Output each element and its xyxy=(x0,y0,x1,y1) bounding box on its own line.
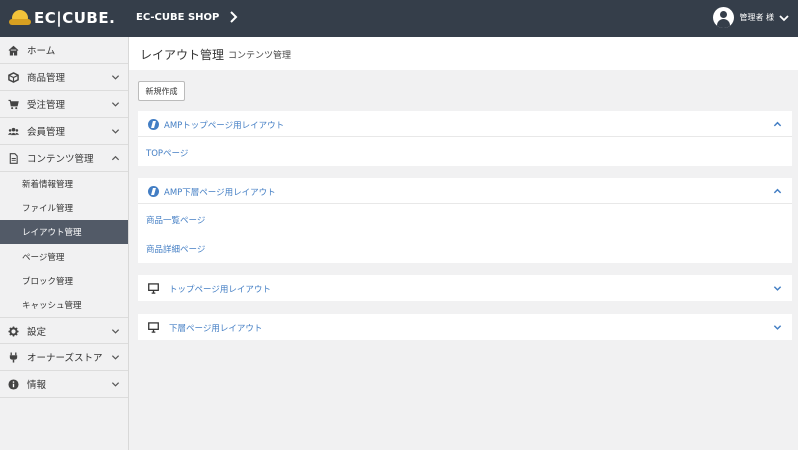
sidebar-item-owners-store[interactable]: オーナーズストア xyxy=(0,344,128,371)
layout-card-title[interactable]: トップページ用レイアウト xyxy=(169,283,271,295)
file-icon xyxy=(9,153,18,164)
sidebar-subitem-label: キャッシュ管理 xyxy=(22,301,82,311)
desktop-icon xyxy=(148,322,159,333)
sidebar-item-info[interactable]: 情報 xyxy=(0,371,128,398)
layout-card-title[interactable]: AMP下層ページ用レイアウト xyxy=(164,186,276,198)
plug-icon xyxy=(9,352,18,363)
bolt-icon xyxy=(148,119,159,130)
chevron-down-icon xyxy=(111,382,120,387)
page-title-bar: レイアウト管理 コンテンツ管理 xyxy=(129,37,798,70)
layout-card-amp-lower: AMP下層ページ用レイアウト 商品一覧ページ 商品詳細ページ xyxy=(138,178,792,263)
info-icon xyxy=(8,379,19,390)
sidebar-item-label: 情報 xyxy=(27,380,47,391)
sidebar-item-label: 設定 xyxy=(27,326,47,338)
sidebar-item-home[interactable]: ホーム xyxy=(0,37,128,64)
sidebar-subitem-news[interactable]: 新着情報管理 xyxy=(0,172,128,196)
bolt-icon xyxy=(148,186,159,197)
page-subtitle: コンテンツ管理 xyxy=(228,51,292,61)
chevron-down-icon[interactable] xyxy=(773,284,782,293)
chevron-down-icon xyxy=(111,102,120,107)
layout-card-amp-top: AMPトップページ用レイアウト TOPページ xyxy=(138,111,792,166)
layout-card-top: トップページ用レイアウト xyxy=(138,275,792,301)
layout-page-link[interactable]: 商品詳細ページ xyxy=(146,243,205,255)
ec-cube-logo[interactable]: EC|CUBE. xyxy=(9,8,115,28)
chevron-right-icon xyxy=(230,11,238,23)
layout-card-header[interactable]: トップページ用レイアウト xyxy=(138,275,792,301)
layout-card-lower: 下層ページ用レイアウト xyxy=(138,314,792,340)
sidebar-item-label: オーナーズストア xyxy=(27,353,103,364)
create-new-button[interactable]: 新規作成 xyxy=(138,81,185,101)
layout-card-header[interactable]: AMP下層ページ用レイアウト xyxy=(138,178,792,204)
user-name: 管理者 様 xyxy=(739,13,774,22)
sidebar-subitem-files[interactable]: ファイル管理 xyxy=(0,196,128,220)
layout-page-row: 商品詳細ページ xyxy=(138,233,792,262)
sidebar-subitem-pages[interactable]: ページ管理 xyxy=(0,245,128,269)
logo-text: EC|CUBE. xyxy=(34,9,116,27)
logo-hat-icon xyxy=(9,10,31,26)
sidebar-subitem-blocks[interactable]: ブロック管理 xyxy=(0,269,128,293)
page-title: レイアウト管理 xyxy=(140,48,225,62)
chevron-up-icon[interactable] xyxy=(773,120,782,129)
sidebar-item-orders[interactable]: 受注管理 xyxy=(0,91,128,118)
sidebar-subitem-layout[interactable]: レイアウト管理 xyxy=(0,220,128,244)
layout-card-header[interactable]: 下層ページ用レイアウト xyxy=(138,314,792,340)
sidebar-item-label: ホーム xyxy=(27,46,56,57)
sidebar-subitem-cache[interactable]: キャッシュ管理 xyxy=(0,293,128,317)
sidebar-subitem-label: レイアウト管理 xyxy=(22,228,82,238)
sidebar-subitem-label: ブロック管理 xyxy=(22,277,74,287)
gear-icon xyxy=(8,326,19,337)
sidebar-item-label: 会員管理 xyxy=(27,127,66,138)
layout-page-row: 商品一覧ページ xyxy=(138,204,792,233)
chevron-down-icon xyxy=(111,329,120,334)
chevron-up-icon xyxy=(111,155,120,161)
desktop-icon xyxy=(148,283,159,294)
chevron-up-icon[interactable] xyxy=(773,187,782,196)
sidebar: ホーム 商品管理 受注管理 会員管理 コンテンツ管理 新着情報管理 ファイル管理… xyxy=(0,37,129,450)
layout-page-row: TOPページ xyxy=(138,137,792,166)
chevron-down-icon xyxy=(111,129,120,134)
sidebar-item-products[interactable]: 商品管理 xyxy=(0,64,128,91)
sidebar-item-label: 受注管理 xyxy=(27,100,66,111)
chevron-down-icon xyxy=(111,355,120,360)
user-menu[interactable]: 管理者 様 xyxy=(713,7,789,28)
layout-card-title[interactable]: AMPトップページ用レイアウト xyxy=(164,119,284,131)
sidebar-subitem-label: ページ管理 xyxy=(22,253,65,263)
chevron-down-icon xyxy=(111,75,120,80)
shop-link[interactable]: EC-CUBE SHOP xyxy=(136,11,238,23)
top-header: EC|CUBE. EC-CUBE SHOP 管理者 様 xyxy=(0,0,798,37)
sidebar-item-members[interactable]: 会員管理 xyxy=(0,118,128,145)
layout-card-header[interactable]: AMPトップページ用レイアウト xyxy=(138,111,792,137)
cart-icon xyxy=(8,99,19,110)
sidebar-item-contents[interactable]: コンテンツ管理 xyxy=(0,145,128,172)
shop-name: EC-CUBE SHOP xyxy=(136,11,220,23)
layout-page-link[interactable]: 商品一覧ページ xyxy=(146,214,205,226)
sidebar-item-label: 商品管理 xyxy=(27,73,66,84)
chevron-down-icon xyxy=(779,14,789,21)
cube-icon xyxy=(8,72,19,83)
chevron-down-icon[interactable] xyxy=(773,323,782,332)
home-icon xyxy=(8,45,19,56)
sidebar-subitem-label: 新着情報管理 xyxy=(22,180,74,190)
user-avatar-icon xyxy=(713,7,735,28)
users-icon xyxy=(8,127,19,136)
layout-card-title[interactable]: 下層ページ用レイアウト xyxy=(169,322,262,334)
sidebar-item-settings[interactable]: 設定 xyxy=(0,317,128,344)
sidebar-subitem-label: ファイル管理 xyxy=(22,204,74,214)
layout-page-link[interactable]: TOPページ xyxy=(146,147,188,159)
sidebar-item-label: コンテンツ管理 xyxy=(27,154,94,165)
